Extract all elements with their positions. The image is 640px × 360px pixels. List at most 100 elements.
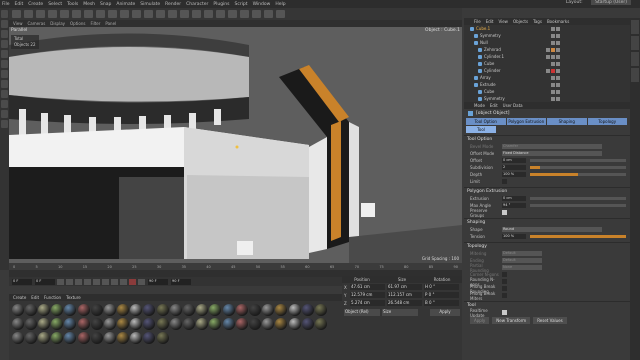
extrusion-field[interactable]: 0 cm	[502, 196, 526, 201]
material-swatch[interactable]	[117, 304, 130, 316]
rotate-icon[interactable]	[72, 10, 81, 18]
rotation-b-field[interactable]: B 0 °	[424, 300, 459, 306]
render-view-icon[interactable]	[144, 10, 153, 18]
material-swatch[interactable]	[301, 304, 314, 316]
object-item[interactable]: Cube	[464, 60, 630, 67]
attr-menu-user-data[interactable]: User Data	[503, 103, 523, 108]
object-item[interactable]: Extrude	[464, 81, 630, 88]
menu-character[interactable]: Character	[186, 2, 208, 7]
max-angle-slider[interactable]	[530, 204, 626, 207]
layer-side-tab[interactable]	[631, 68, 639, 82]
size-mode-dropdown[interactable]: Size	[382, 309, 418, 316]
material-swatch[interactable]	[103, 332, 116, 344]
material-swatch[interactable]	[11, 304, 24, 316]
offset-slider[interactable]	[530, 159, 626, 162]
grid-icon[interactable]	[1, 120, 8, 128]
obj-menu-bookmarks[interactable]: Bookmarks	[547, 19, 569, 24]
material-swatch[interactable]	[183, 318, 196, 330]
coord-mode-dropdown[interactable]: Object (Rel)	[344, 309, 380, 316]
apply-tool-button[interactable]: Apply	[470, 317, 490, 324]
structure-side-tab[interactable]	[631, 52, 639, 66]
menu-render[interactable]: Render	[165, 2, 181, 7]
menu-mesh[interactable]: Mesh	[83, 2, 95, 7]
workplane-icon[interactable]	[1, 40, 8, 48]
menu-snap[interactable]: Snap	[100, 2, 111, 7]
object-item[interactable]: Symmetry	[464, 32, 630, 39]
material-swatch[interactable]	[24, 304, 37, 316]
axis-icon[interactable]	[1, 80, 8, 88]
mitering-dropdown[interactable]: Default	[502, 251, 542, 256]
material-swatch[interactable]	[314, 304, 327, 316]
lock-icon[interactable]	[1, 110, 8, 118]
material-swatch[interactable]	[90, 304, 103, 316]
make-editable-icon[interactable]	[1, 10, 8, 18]
menu-script[interactable]: Script	[235, 2, 248, 7]
mat-menu-edit[interactable]: Edit	[31, 295, 39, 300]
material-swatch[interactable]	[288, 318, 301, 330]
offset-mode-dropdown[interactable]: Fixed Distance	[502, 151, 602, 156]
material-swatch[interactable]	[235, 304, 248, 316]
size-y-field[interactable]: 112.157 cm	[387, 292, 422, 298]
material-swatch[interactable]	[169, 304, 182, 316]
undo-icon[interactable]	[12, 10, 21, 18]
material-swatch[interactable]	[275, 318, 288, 330]
material-swatch[interactable]	[262, 318, 275, 330]
material-swatch[interactable]	[37, 318, 50, 330]
material-swatch[interactable]	[90, 318, 103, 330]
light-icon[interactable]	[276, 10, 285, 18]
material-swatch[interactable]	[196, 304, 209, 316]
go-to-end-icon[interactable]	[111, 278, 118, 285]
tab-tool-option[interactable]: Tool Option	[466, 118, 506, 125]
objects-side-tab[interactable]	[631, 20, 639, 34]
polygons-mode-icon[interactable]	[1, 70, 8, 78]
depth-slider[interactable]	[530, 173, 626, 176]
timeline[interactable]: 0 5 10 15 20 25 30 35 40 45 50 55 60 65 …	[9, 263, 462, 277]
array-icon[interactable]	[216, 10, 225, 18]
menu-simulate[interactable]: Simulate	[140, 2, 160, 7]
subdivision-field[interactable]: 2	[502, 165, 526, 170]
size-z-field[interactable]: 26.548 cm	[387, 300, 422, 306]
material-swatch[interactable]	[156, 304, 169, 316]
material-swatch[interactable]	[143, 332, 156, 344]
camera-icon[interactable]	[264, 10, 273, 18]
points-mode-icon[interactable]	[1, 50, 8, 58]
vp-menu-cameras[interactable]: Cameras	[28, 21, 46, 26]
obj-menu-file[interactable]: File	[474, 19, 481, 24]
bevel-mode-dropdown[interactable]: Chamfer	[502, 144, 602, 149]
material-swatch[interactable]	[64, 318, 77, 330]
offset-field[interactable]: 0 cm	[502, 158, 526, 163]
edges-mode-icon[interactable]	[1, 60, 8, 68]
material-swatch[interactable]	[183, 304, 196, 316]
menu-create[interactable]: Create	[28, 2, 43, 7]
y-axis-icon[interactable]	[108, 10, 117, 18]
limit-checkbox[interactable]	[502, 179, 507, 184]
depth-field[interactable]: 100 %	[502, 172, 526, 177]
material-swatch[interactable]	[156, 332, 169, 344]
phong-break-rounding-checkbox[interactable]	[502, 286, 507, 291]
max-frame-field[interactable]: 90 F	[171, 278, 191, 285]
material-swatch[interactable]	[275, 304, 288, 316]
shape-dropdown[interactable]: Round	[502, 227, 602, 232]
material-swatch[interactable]	[209, 304, 222, 316]
menu-select[interactable]: Select	[48, 2, 62, 7]
material-swatch[interactable]	[103, 318, 116, 330]
material-swatch[interactable]	[51, 304, 64, 316]
object-item[interactable]: Symmetry	[464, 95, 630, 102]
material-swatch[interactable]	[77, 318, 90, 330]
floor-icon[interactable]	[252, 10, 261, 18]
material-swatch[interactable]	[37, 304, 50, 316]
object-item[interactable]: Null	[464, 39, 630, 46]
move-icon[interactable]	[48, 10, 57, 18]
tension-field[interactable]: 100 %	[502, 234, 526, 239]
material-swatch[interactable]	[117, 318, 130, 330]
rotation-h-field[interactable]: H 0 °	[424, 284, 459, 290]
material-swatch[interactable]	[196, 318, 209, 330]
x-axis-icon[interactable]	[96, 10, 105, 18]
material-swatch[interactable]	[209, 318, 222, 330]
record-icon[interactable]	[129, 278, 136, 285]
menu-help[interactable]: Help	[275, 2, 285, 7]
play-icon[interactable]	[84, 278, 91, 285]
cube-icon[interactable]	[180, 10, 189, 18]
object-item[interactable]: Cylinder.1	[464, 53, 630, 60]
material-swatch[interactable]	[77, 304, 90, 316]
